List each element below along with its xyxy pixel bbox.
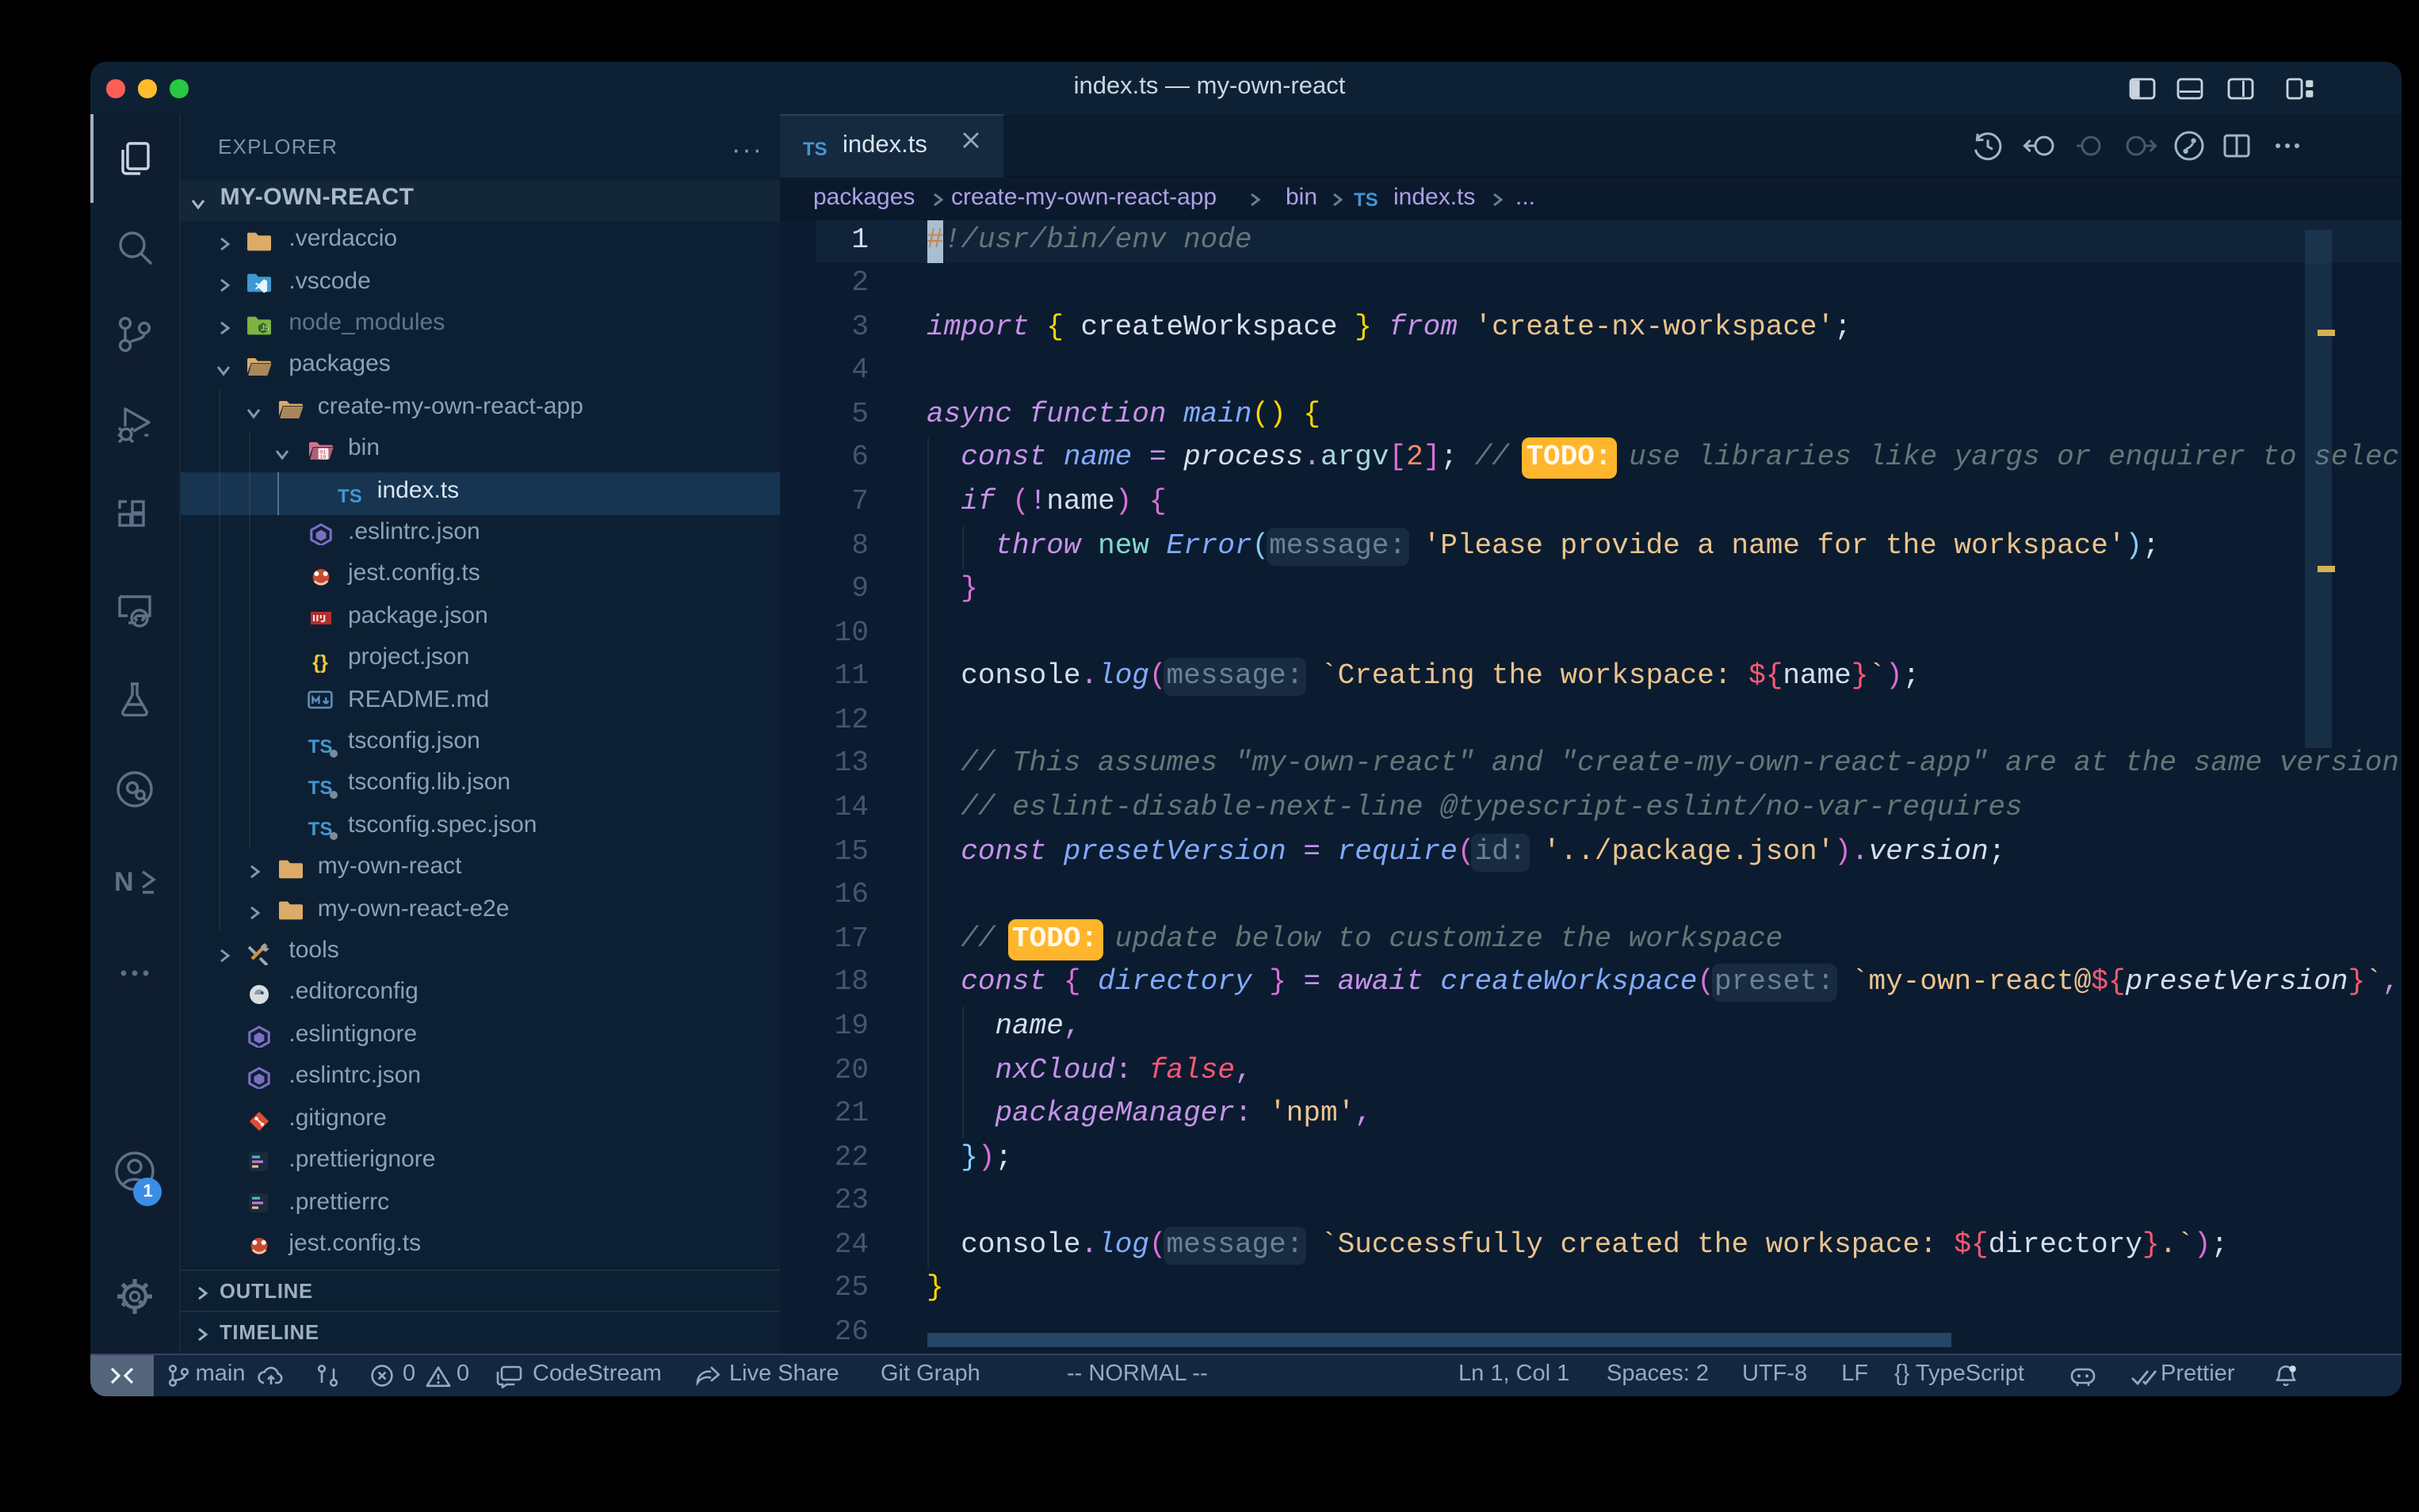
svg-text:10: 10: [319, 454, 325, 460]
svg-text:N: N: [114, 866, 134, 896]
svg-text:JS: JS: [261, 323, 269, 331]
